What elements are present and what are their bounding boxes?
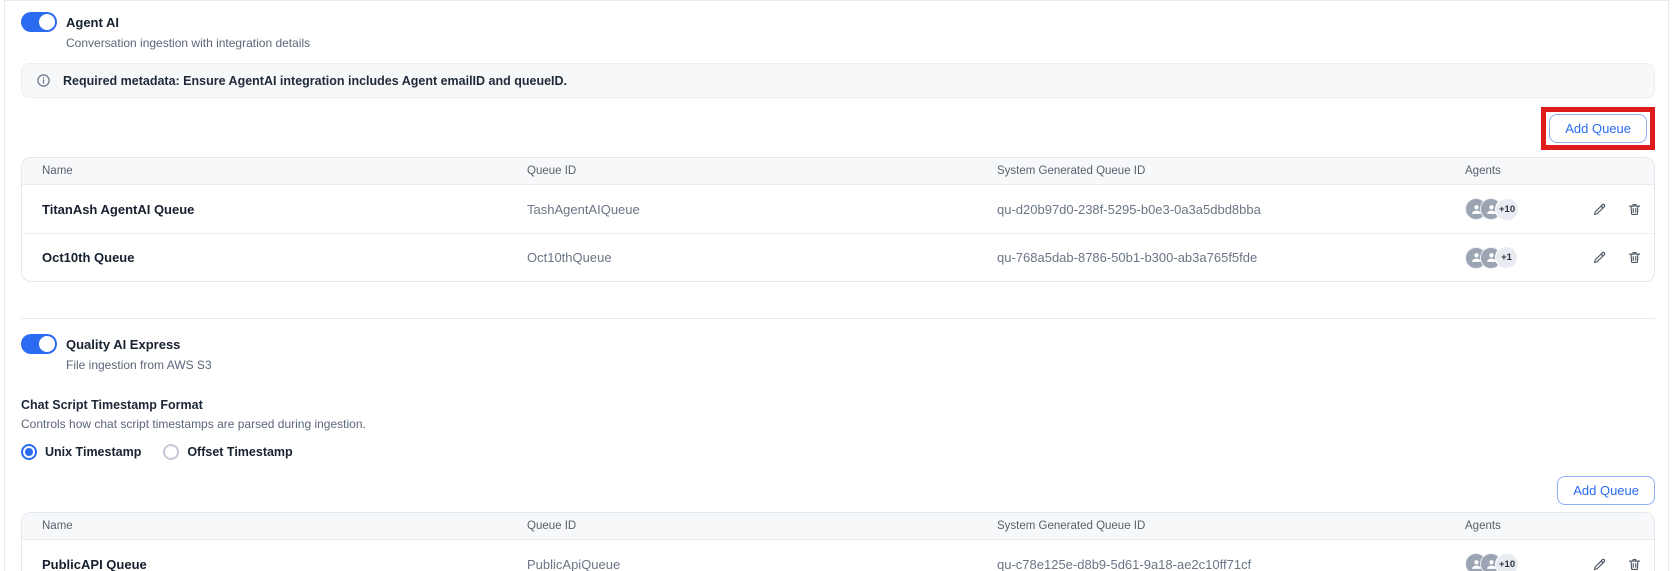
system-queue-id: qu-c78e125e-d8b9-5d61-9a18-ae2c10ff71cf bbox=[977, 557, 1445, 571]
content-panel: Agent AI Conversation ingestion with int… bbox=[4, 0, 1669, 571]
table-row: TitanAsh AgentAI Queue TashAgentAIQueue … bbox=[22, 185, 1654, 233]
pencil-icon bbox=[1592, 557, 1607, 571]
column-header-name: Name bbox=[22, 158, 507, 184]
quality-ai-toggle[interactable] bbox=[21, 334, 57, 354]
queue-id: Oct10thQueue bbox=[507, 250, 977, 265]
column-header-system-queue-id: System Generated Queue ID bbox=[977, 158, 1445, 184]
required-metadata-banner: Required metadata: Ensure AgentAI integr… bbox=[21, 63, 1655, 98]
required-metadata-text: Required metadata: Ensure AgentAI integr… bbox=[63, 74, 567, 88]
delete-queue-button[interactable] bbox=[1627, 557, 1642, 571]
table-header-row: Name Queue ID System Generated Queue ID … bbox=[22, 513, 1654, 540]
radio-selected-icon[interactable] bbox=[21, 444, 37, 460]
agents-overflow-badge: +10 bbox=[1495, 553, 1519, 571]
queue-id: PublicApiQueue bbox=[507, 557, 977, 571]
annotation-highlight: Add Queue bbox=[1541, 107, 1655, 150]
edit-queue-button[interactable] bbox=[1592, 202, 1607, 217]
trash-icon bbox=[1627, 557, 1642, 571]
radio-option-offset-timestamp[interactable]: Offset Timestamp bbox=[163, 444, 292, 460]
agents-avatar-stack: +10 bbox=[1465, 198, 1592, 221]
quality-ai-description: File ingestion from AWS S3 bbox=[66, 358, 1655, 372]
agent-ai-toggle-row: Agent AI bbox=[21, 12, 1655, 32]
radio-label: Unix Timestamp bbox=[45, 445, 141, 459]
radio-unselected-icon[interactable] bbox=[163, 444, 179, 460]
trash-icon bbox=[1627, 202, 1642, 217]
quality-ai-toggle-row: Quality AI Express bbox=[21, 334, 1655, 354]
section-divider bbox=[21, 318, 1655, 319]
agents-overflow-badge: +10 bbox=[1495, 198, 1519, 221]
queue-id: TashAgentAIQueue bbox=[507, 202, 977, 217]
queue-name: TitanAsh AgentAI Queue bbox=[22, 202, 507, 217]
column-header-name: Name bbox=[22, 513, 507, 539]
edit-queue-button[interactable] bbox=[1592, 557, 1607, 571]
table-row: Oct10th Queue Oct10thQueue qu-768a5dab-8… bbox=[22, 233, 1654, 281]
table-header-row: Name Queue ID System Generated Queue ID … bbox=[22, 158, 1654, 185]
agent-ai-toggle[interactable] bbox=[21, 12, 57, 32]
agent-ai-description: Conversation ingestion with integration … bbox=[66, 36, 1655, 50]
edit-queue-button[interactable] bbox=[1592, 250, 1607, 265]
agents-avatar-stack: +10 bbox=[1465, 553, 1592, 571]
add-queue-button-agent-ai[interactable]: Add Queue bbox=[1549, 114, 1647, 143]
column-header-system-queue-id: System Generated Queue ID bbox=[977, 513, 1445, 539]
column-header-agents: Agents bbox=[1445, 158, 1592, 184]
column-header-queue-id: Queue ID bbox=[507, 158, 977, 184]
pencil-icon bbox=[1592, 202, 1607, 217]
agent-ai-toggle-label: Agent AI bbox=[66, 15, 119, 30]
agents-avatar-stack: +1 bbox=[1465, 246, 1592, 269]
timestamp-format-help: Controls how chat script timestamps are … bbox=[21, 417, 1655, 431]
quality-ai-toggle-label: Quality AI Express bbox=[66, 337, 180, 352]
column-header-agents: Agents bbox=[1445, 513, 1592, 539]
agents-overflow-badge: +1 bbox=[1495, 246, 1518, 269]
quality-ai-queue-table: Name Queue ID System Generated Queue ID … bbox=[21, 512, 1655, 571]
add-queue-button-quality-ai[interactable]: Add Queue bbox=[1557, 476, 1655, 505]
table-row: PublicAPI Queue PublicApiQueue qu-c78e12… bbox=[22, 540, 1654, 571]
system-queue-id: qu-d20b97d0-238f-5295-b0e3-0a3a5dbd8bba bbox=[977, 202, 1445, 217]
column-header-queue-id: Queue ID bbox=[507, 513, 977, 539]
delete-queue-button[interactable] bbox=[1627, 202, 1642, 217]
queue-name: PublicAPI Queue bbox=[22, 557, 507, 571]
trash-icon bbox=[1627, 250, 1642, 265]
timestamp-format-label: Chat Script Timestamp Format bbox=[21, 398, 1655, 412]
info-icon bbox=[36, 73, 51, 88]
system-queue-id: qu-768a5dab-8786-50b1-b300-ab3a765f5fde bbox=[977, 250, 1445, 265]
timestamp-format-radio-group: Unix Timestamp Offset Timestamp bbox=[21, 444, 1655, 460]
radio-option-unix-timestamp[interactable]: Unix Timestamp bbox=[21, 444, 141, 460]
delete-queue-button[interactable] bbox=[1627, 250, 1642, 265]
queue-name: Oct10th Queue bbox=[22, 250, 507, 265]
pencil-icon bbox=[1592, 250, 1607, 265]
agent-ai-queue-table: Name Queue ID System Generated Queue ID … bbox=[21, 157, 1655, 282]
radio-label: Offset Timestamp bbox=[187, 445, 292, 459]
